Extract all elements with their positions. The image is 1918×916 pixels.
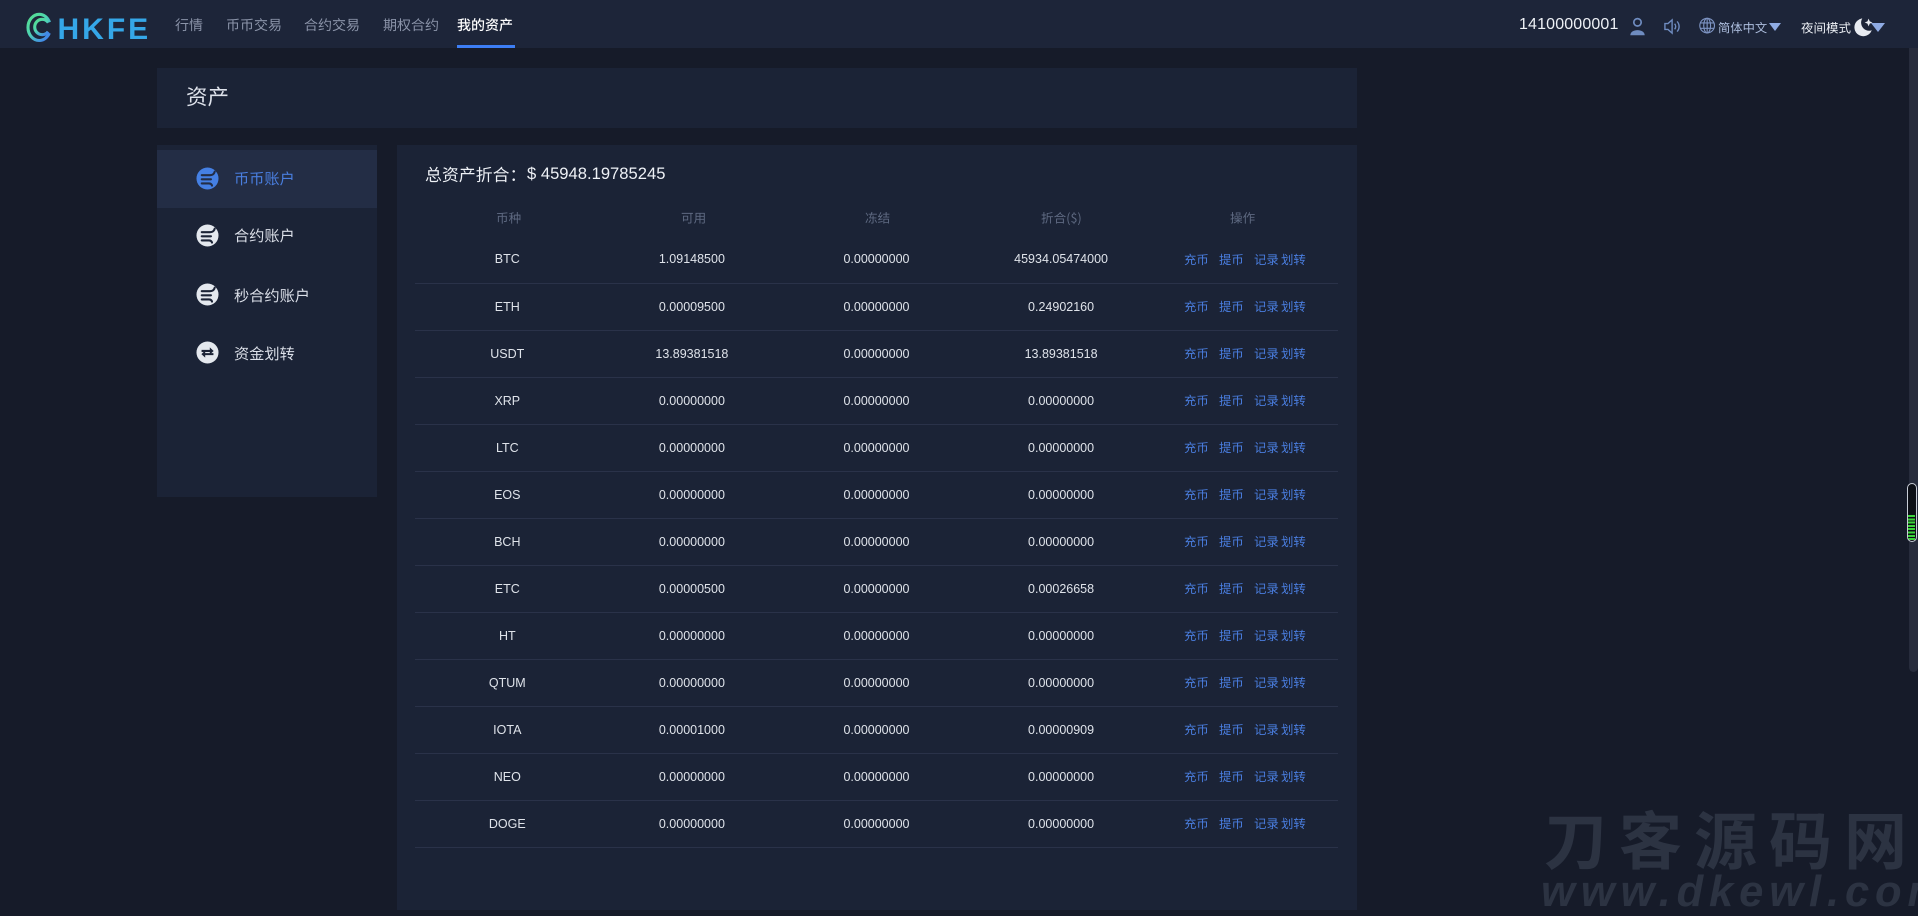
svg-text:HKFE: HKFE (58, 13, 152, 44)
